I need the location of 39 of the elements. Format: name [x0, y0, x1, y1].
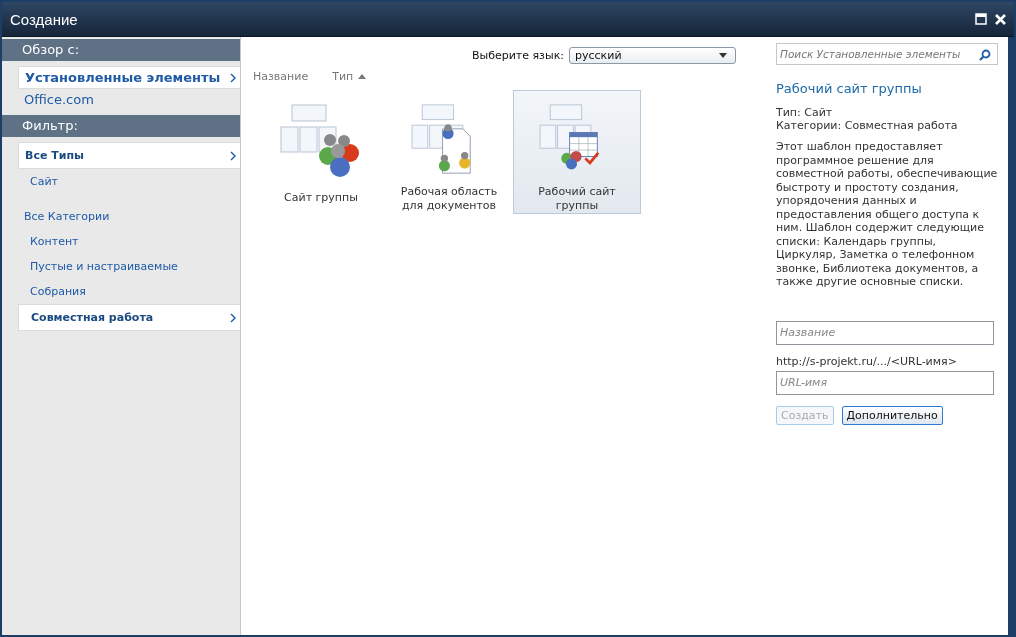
- template-type: Тип: Сайт: [776, 106, 834, 119]
- sidebar-item[interactable]: Все Типы: [18, 142, 240, 169]
- chevron-right-icon: [230, 72, 236, 83]
- sort-link[interactable]: Название: [253, 70, 309, 83]
- url-name-field[interactable]: URL-имя: [776, 370, 994, 395]
- template-categories: Категории: Совместная работа: [776, 119, 959, 132]
- template-tile[interactable]: Рабочий сайт группы: [513, 90, 641, 214]
- sort-ascending-icon: [358, 74, 367, 79]
- sidebar-item[interactable]: Office.com: [18, 89, 240, 110]
- sidebar-item[interactable]: Все Категории: [18, 204, 240, 229]
- chevron-right-icon: [230, 150, 236, 161]
- maximize-icon[interactable]: [975, 13, 987, 25]
- sidebar-item[interactable]: Совместная работа: [18, 304, 240, 331]
- sidebar-item[interactable]: Пустые и настраиваемые: [18, 254, 240, 279]
- sidebar-item[interactable]: Установленные элементы: [18, 66, 240, 89]
- template-label: Рабочий сайт группы: [537, 185, 617, 213]
- sidebar-item[interactable]: Собрания: [18, 279, 240, 304]
- template-label: Рабочая область для документов: [399, 185, 499, 213]
- search-icon[interactable]: [979, 49, 991, 61]
- sidebar-item[interactable]: Сайт: [18, 169, 240, 194]
- template-description: Этот шаблон предоставляет программное решение для совместной работы, обеспечивающие быстроту и простоту создания, упорядочения данных и предоставления общего доступа к ним. Шаблон содержит следующие списки: Календарь группы, Циркуляр, Заметка о телефонном звонке, Библиотека документов, а также другие основные списки.: [776, 140, 998, 289]
- name-field[interactable]: Название: [776, 320, 994, 345]
- more-button[interactable]: Дополнительно: [841, 405, 943, 425]
- template-label: Сайт группы: [283, 191, 359, 205]
- window-title: Создание: [10, 10, 78, 28]
- language-label: Выберите язык:: [471, 49, 564, 62]
- dropdown-arrow-icon: [719, 53, 727, 58]
- section-header: Обзор с:: [2, 39, 240, 61]
- sort-link[interactable]: Тип: [332, 70, 367, 83]
- close-icon[interactable]: [995, 13, 1006, 25]
- search-field[interactable]: Поиск Установленные элементы: [776, 43, 998, 65]
- template-title: Рабочий сайт группы: [776, 81, 923, 96]
- language-dropdown[interactable]: русский: [569, 47, 736, 64]
- template-tile[interactable]: Сайт группы: [257, 90, 385, 214]
- section-header: Фильтр:: [2, 115, 240, 137]
- sidebar-item[interactable]: Контент: [18, 229, 240, 254]
- template-tile[interactable]: Рабочая область для документов: [385, 90, 513, 214]
- chevron-right-icon: [230, 312, 236, 323]
- url-prefix: http://s-projekt.ru/.../<URL-имя>: [776, 354, 958, 368]
